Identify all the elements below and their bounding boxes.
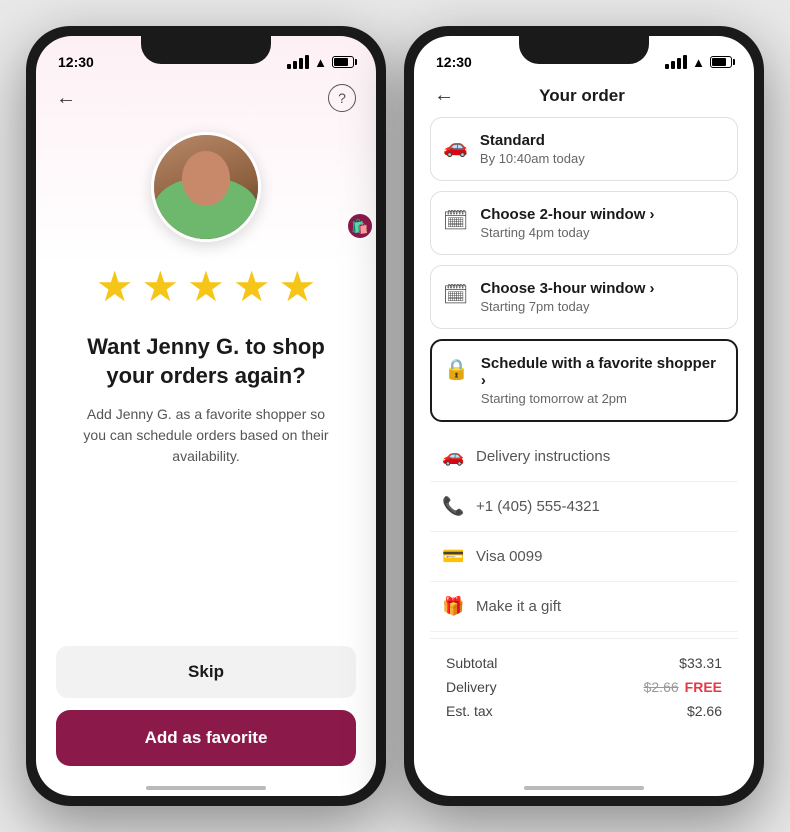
skip-button[interactable]: Skip (56, 646, 356, 698)
delivery-free-label: FREE (685, 679, 722, 695)
back-button[interactable]: ← (56, 87, 76, 110)
standard-delivery-option[interactable]: 🚗 Standard By 10:40am today (430, 117, 738, 181)
order-totals: Subtotal $33.31 Delivery $2.66 FREE Est.… (430, 638, 738, 747)
notch (141, 36, 271, 64)
credit-card-icon: 💳 (442, 546, 464, 567)
right-home-indicator (524, 786, 644, 790)
right-signal-bars-icon (665, 55, 687, 69)
three-hour-window-option[interactable]: 🗓 Choose 3-hour window › Starting 7pm to… (430, 265, 738, 329)
payment-item[interactable]: 💳 Visa 0099 (430, 532, 738, 582)
tax-label: Est. tax (446, 703, 493, 719)
delivery-values: $2.66 FREE (644, 679, 722, 695)
delivery-total-row: Delivery $2.66 FREE (446, 679, 722, 695)
three-hour-content: Choose 3-hour window › Starting 7pm toda… (480, 280, 725, 314)
left-buttons: Skip Add as favorite (36, 626, 376, 796)
delivery-original-price: $2.66 (644, 679, 679, 695)
subtotal-row: Subtotal $33.31 (446, 655, 722, 671)
gift-text: Make it a gift (476, 598, 561, 615)
subtotal-value: $33.31 (679, 655, 722, 671)
left-status-icons: ▲ (287, 55, 354, 70)
star-1: ★ (96, 262, 134, 311)
shopper-description: Add Jenny G. as a favorite shopper so yo… (36, 404, 376, 467)
phones-container: 12:30 ▲ ← (26, 26, 764, 806)
wifi-icon: ▲ (314, 55, 327, 70)
standard-delivery-sub: By 10:40am today (480, 151, 725, 166)
star-5: ★ (278, 262, 316, 311)
avatar-face (154, 135, 258, 239)
three-hour-sub: Starting 7pm today (480, 299, 725, 314)
home-indicator (146, 786, 266, 790)
favorite-shopper-title: Schedule with a favorite shopper › (481, 355, 724, 389)
add-favorite-button[interactable]: Add as favorite (56, 710, 356, 766)
right-phone: 12:30 ▲ ← Your order (404, 26, 764, 806)
right-battery-icon (710, 56, 732, 68)
delivery-label: Delivery (446, 679, 497, 695)
favorite-shopper-sub: Starting tomorrow at 2pm (481, 391, 724, 406)
two-hour-sub: Starting 4pm today (480, 225, 725, 240)
right-status-time: 12:30 (436, 54, 472, 70)
tax-row: Est. tax $2.66 (446, 703, 722, 719)
right-wifi-icon: ▲ (692, 55, 705, 70)
shopper-badge-icon: 🛍️ (346, 212, 374, 240)
right-screen: 12:30 ▲ ← Your order (414, 36, 754, 796)
subtotal-label: Subtotal (446, 655, 497, 671)
right-back-button[interactable]: ← (434, 84, 454, 107)
gift-item[interactable]: 🎁 Make it a gift (430, 582, 738, 632)
signal-bars-icon (287, 55, 309, 69)
phone-item[interactable]: 📞 +1 (405) 555-4321 (430, 482, 738, 532)
delivery-instructions-text: Delivery instructions (476, 448, 610, 465)
standard-delivery-title: Standard (480, 132, 725, 149)
calendar-2h-icon: 🗓 (443, 208, 468, 233)
star-2: ★ (142, 262, 180, 311)
shopper-avatar-container: 🛍️ (36, 132, 376, 242)
stars-row: ★ ★ ★ ★ ★ (36, 262, 376, 311)
left-status-time: 12:30 (58, 54, 94, 70)
help-button[interactable]: ? (328, 84, 356, 112)
lock-icon: 🔒 (444, 357, 469, 382)
order-list: 🚗 Standard By 10:40am today 🗓 Choose 2-h… (414, 117, 754, 747)
order-page-title: Your order (454, 86, 710, 106)
phone-text: +1 (405) 555-4321 (476, 498, 600, 515)
left-nav: ← ? (36, 80, 376, 122)
shopper-title: Want Jenny G. to shop your orders again? (36, 333, 376, 390)
three-hour-title: Choose 3-hour window › (480, 280, 725, 297)
phone-icon: 📞 (442, 496, 464, 517)
payment-text: Visa 0099 (476, 548, 542, 565)
notch-right (519, 36, 649, 64)
left-phone: 12:30 ▲ ← (26, 26, 386, 806)
tax-value: $2.66 (687, 703, 722, 719)
delivery-instructions-icon: 🚗 (442, 446, 464, 467)
right-nav: ← Your order (414, 80, 754, 117)
two-hour-content: Choose 2-hour window › Starting 4pm toda… (480, 206, 725, 240)
car-icon: 🚗 (443, 134, 468, 159)
battery-icon (332, 56, 354, 68)
avatar (151, 132, 261, 242)
left-screen: 12:30 ▲ ← (36, 36, 376, 796)
favorite-shopper-option[interactable]: 🔒 Schedule with a favorite shopper › Sta… (430, 339, 738, 422)
two-hour-window-option[interactable]: 🗓 Choose 2-hour window › Starting 4pm to… (430, 191, 738, 255)
favorite-shopper-content: Schedule with a favorite shopper › Start… (481, 355, 724, 406)
star-3: ★ (187, 262, 225, 311)
star-4: ★ (233, 262, 271, 311)
standard-delivery-content: Standard By 10:40am today (480, 132, 725, 166)
calendar-3h-icon: 🗓 (443, 282, 468, 307)
gift-icon: 🎁 (442, 596, 464, 617)
delivery-instructions-item[interactable]: 🚗 Delivery instructions (430, 432, 738, 482)
two-hour-title: Choose 2-hour window › (480, 206, 725, 223)
right-status-icons: ▲ (665, 55, 732, 70)
